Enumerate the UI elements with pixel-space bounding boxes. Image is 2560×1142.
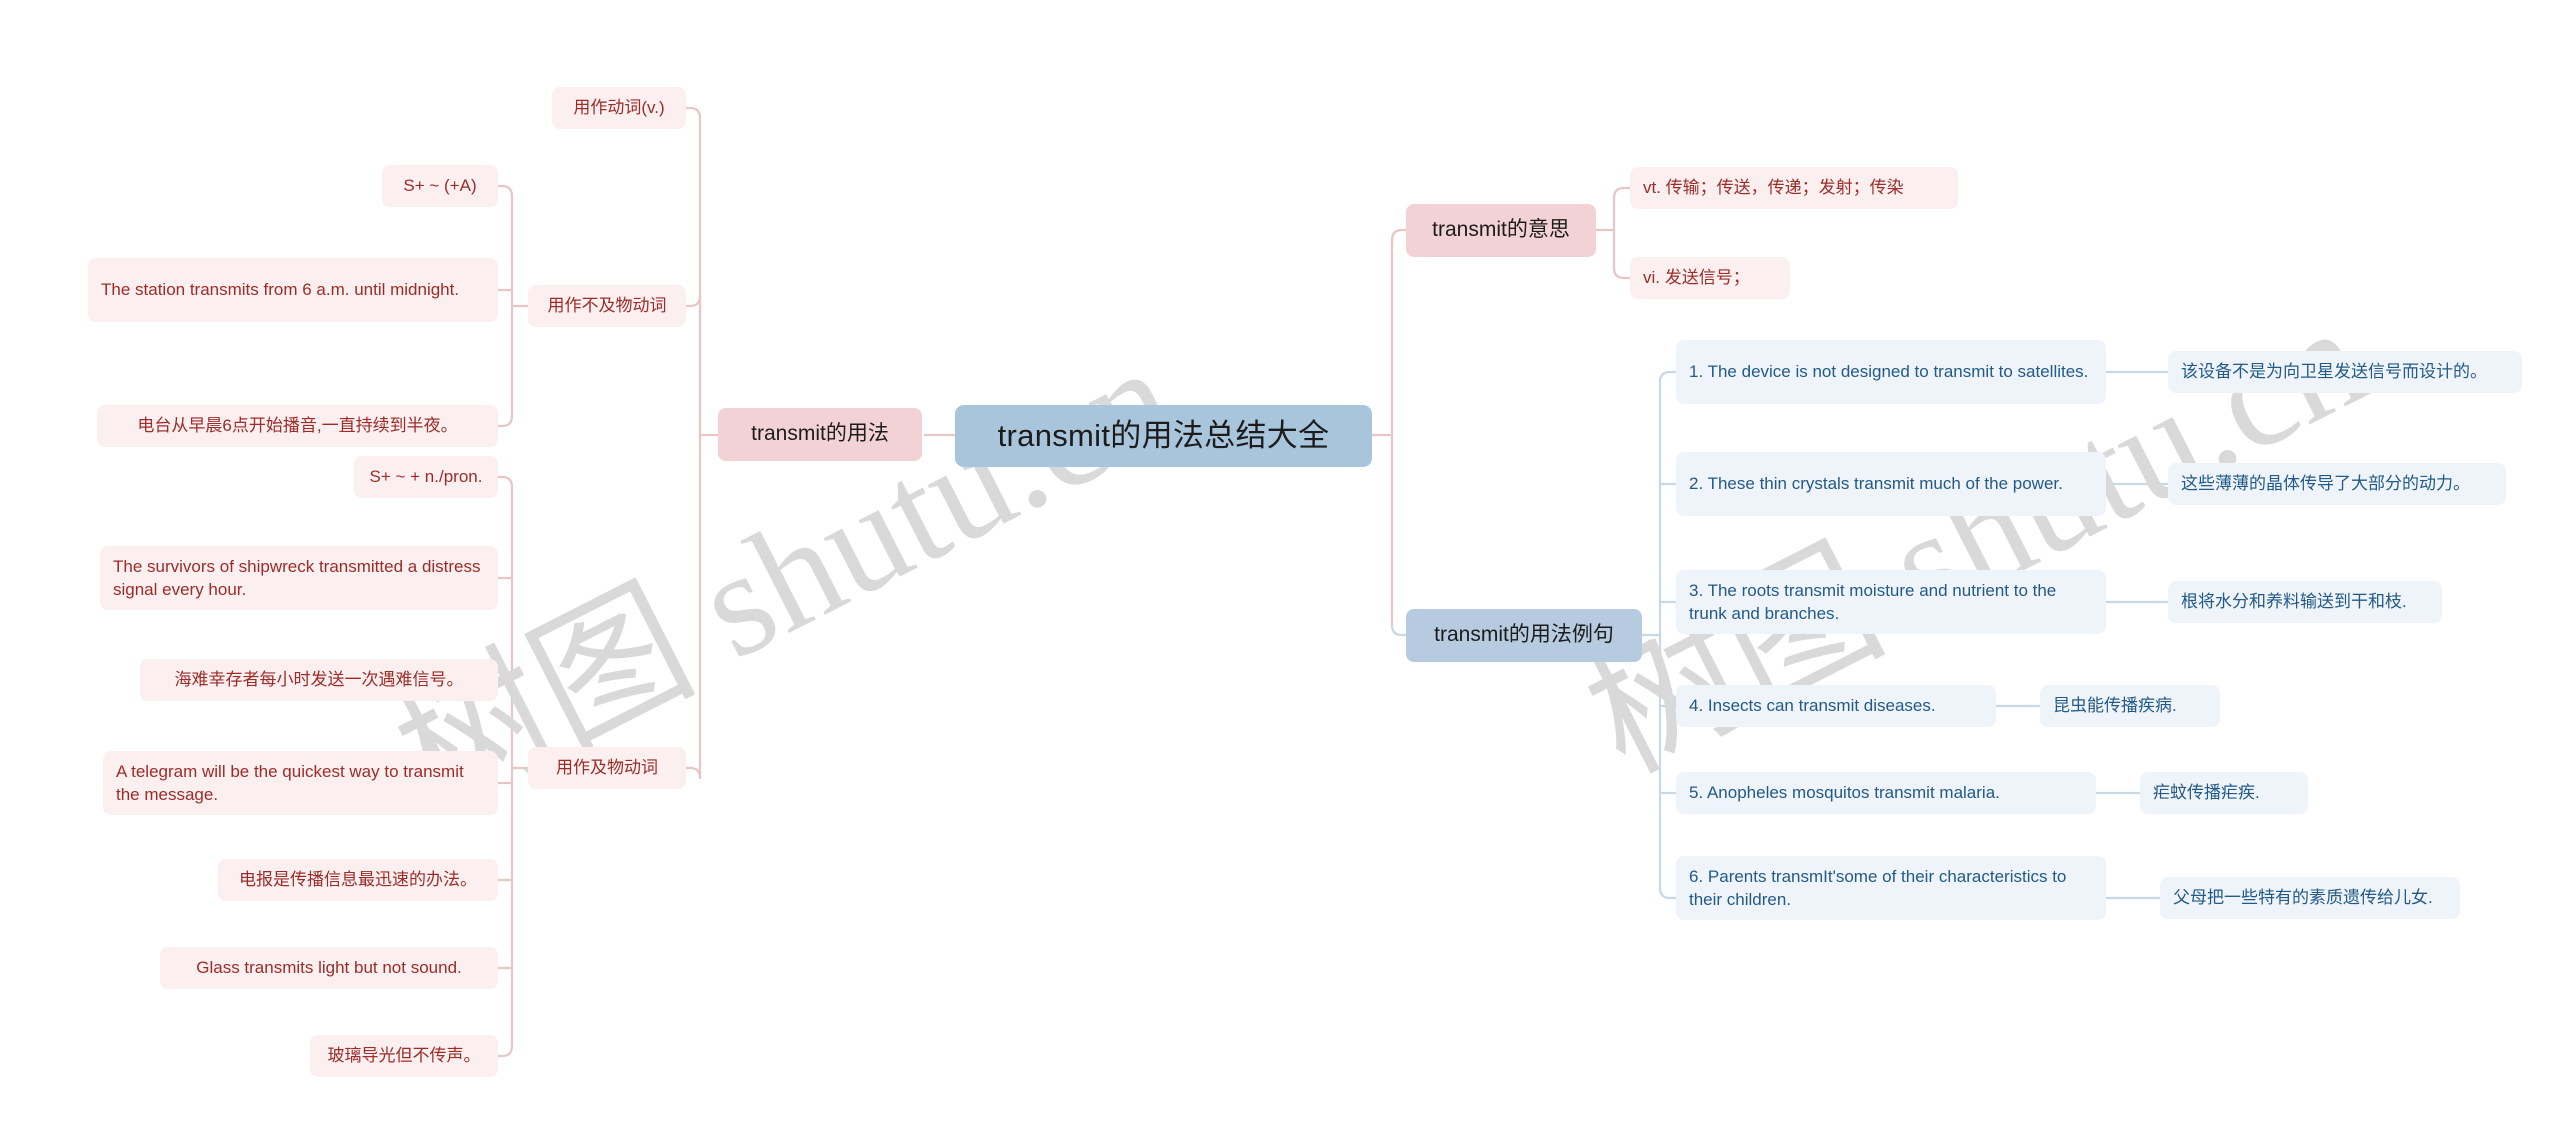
node-example-2-en[interactable]: 2. These thin crystals transmit much of … <box>1676 452 2106 516</box>
node-example-2-cn[interactable]: 这些薄薄的晶体传导了大部分的动力。 <box>2168 463 2506 505</box>
link-spine-to-intrans-b <box>684 294 702 308</box>
node-intransitive-example-cn[interactable]: 电台从早晨6点开始播音,一直持续到半夜。 <box>97 405 498 447</box>
node-example-5-en[interactable]: 5. Anopheles mosquitos transmit malaria. <box>1676 772 2096 814</box>
link-intrans-to-pattern <box>496 184 514 198</box>
node-intransitive-example-en[interactable]: The station transmits from 6 a.m. until … <box>88 258 498 322</box>
node-transitive-example-2-cn[interactable]: 电报是传播信息最迅速的办法。 <box>218 859 498 901</box>
node-example-6-cn[interactable]: 父母把一些特有的素质遗传给儿女. <box>2160 877 2460 919</box>
link-meaning-to-vt <box>1612 186 1632 200</box>
node-example-6-en[interactable]: 6. Parents transmIt'some of their charac… <box>1676 856 2106 920</box>
link-meaning-to-vi <box>1612 266 1632 280</box>
mindmap-canvas: 树图 shutu.cn 树图 shutu.cn transmit的用法总结大全 … <box>0 0 2560 1142</box>
node-used-as-verb[interactable]: 用作动词(v.) <box>552 87 686 129</box>
branch-node-meaning[interactable]: transmit的意思 <box>1406 204 1596 257</box>
link-right-to-meaning <box>1390 228 1408 242</box>
node-intransitive-pattern[interactable]: S+ ~ (+A) <box>382 165 498 207</box>
node-example-3-cn[interactable]: 根将水分和养料输送到干和枝. <box>2168 581 2442 623</box>
branch-node-usage[interactable]: transmit的用法 <box>718 408 922 461</box>
link-right-to-examples <box>1390 623 1408 637</box>
node-transitive-example-3-en[interactable]: Glass transmits light but not sound. <box>160 947 498 989</box>
link-intrans-to-cn <box>496 414 514 428</box>
node-example-4-cn[interactable]: 昆虫能传播疾病. <box>2040 685 2220 727</box>
node-transitive-example-1-cn[interactable]: 海难幸存者每小时发送一次遇难信号。 <box>140 659 498 701</box>
link-examples-to-6 <box>1658 886 1678 900</box>
link-examples-to-1 <box>1658 370 1678 384</box>
node-transitive-label[interactable]: 用作及物动词 <box>528 747 686 789</box>
link-spine-to-verb <box>684 106 702 120</box>
node-example-1-en[interactable]: 1. The device is not designed to transmi… <box>1676 340 2106 404</box>
node-intransitive-label[interactable]: 用作不及物动词 <box>528 285 686 327</box>
node-example-4-en[interactable]: 4. Insects can transmit diseases. <box>1676 685 1996 727</box>
link-spine-to-trans <box>684 766 702 780</box>
node-example-5-cn[interactable]: 疟蚊传播疟疾. <box>2140 772 2308 814</box>
link-trans-to-last <box>496 1044 514 1058</box>
node-transitive-example-3-cn[interactable]: 玻璃导光但不传声。 <box>310 1035 498 1077</box>
root-node[interactable]: transmit的用法总结大全 <box>955 405 1372 467</box>
node-example-3-en[interactable]: 3. The roots transmit moisture and nutri… <box>1676 570 2106 634</box>
node-example-1-cn[interactable]: 该设备不是为向卫星发送信号而设计的。 <box>2168 351 2522 393</box>
node-transitive-example-1-en[interactable]: The survivors of shipwreck transmitted a… <box>100 546 498 610</box>
node-meaning-vi[interactable]: vi. 发送信号； <box>1630 257 1790 299</box>
watermark-right: 树图 shutu.cn <box>1563 273 2389 804</box>
link-trans-to-pattern <box>496 475 514 489</box>
branch-node-examples[interactable]: transmit的用法例句 <box>1406 609 1642 662</box>
node-transitive-pattern[interactable]: S+ ~ + n./pron. <box>354 456 498 498</box>
node-meaning-vt[interactable]: vt. 传输；传送，传递；发射；传染 <box>1630 167 1958 209</box>
node-transitive-example-2-en[interactable]: A telegram will be the quickest way to t… <box>103 751 498 815</box>
